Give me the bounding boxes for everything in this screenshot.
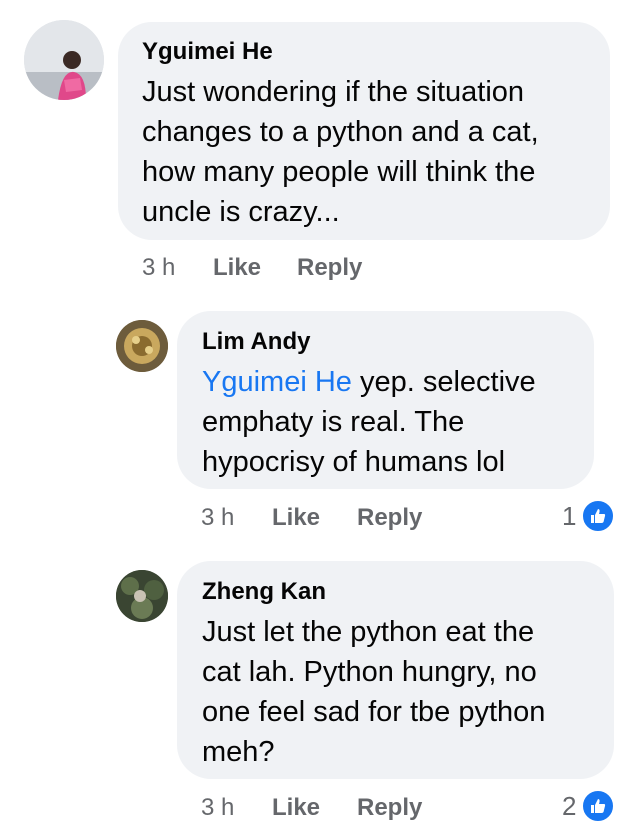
mention-link[interactable]: Yguimei He	[202, 366, 352, 398]
like-button[interactable]: Like	[272, 504, 320, 532]
comment-text-line: Just let the python eat the	[202, 616, 535, 648]
comment-text-line: hypocrisy of humans lol	[202, 446, 506, 478]
comment-text-line: Just wondering if the situation	[142, 76, 525, 108]
reaction-summary[interactable]: 2	[562, 788, 617, 824]
comment-author[interactable]: Yguimei He	[142, 38, 273, 66]
reply-button[interactable]: Reply	[357, 794, 422, 822]
comment-text-line: Yguimei He yep. selective	[202, 362, 536, 402]
like-thumb-icon	[580, 788, 617, 824]
reply-button[interactable]: Reply	[297, 254, 362, 282]
comment-text-line: meh?	[202, 736, 275, 768]
reaction-summary[interactable]: 1	[562, 498, 617, 534]
avatar-lim-andy[interactable]	[116, 320, 168, 372]
like-button[interactable]: Like	[272, 794, 320, 822]
avatar-yguimei-he[interactable]	[24, 20, 104, 100]
comment-text-line: cat lah. Python hungry, no	[202, 656, 537, 688]
like-thumb-icon	[580, 498, 617, 534]
reaction-count: 1	[562, 500, 577, 531]
comment-timestamp[interactable]: 3 h	[142, 254, 175, 282]
avatar-zheng-kan[interactable]	[116, 570, 168, 622]
reaction-count: 2	[562, 790, 577, 821]
comment-author[interactable]: Lim Andy	[202, 328, 310, 356]
comment-text-line: changes to a python and a cat,	[142, 116, 539, 148]
comment-text-line: uncle is crazy...	[142, 196, 340, 228]
like-button[interactable]: Like	[213, 254, 261, 282]
comment-author[interactable]: Zheng Kan	[202, 578, 326, 606]
comment-timestamp[interactable]: 3 h	[201, 794, 234, 822]
reply-button[interactable]: Reply	[357, 504, 422, 532]
comment-text: Yguimei He yep. selective emphaty is rea…	[202, 362, 536, 482]
comment-text-line: one feel sad for tbe python	[202, 696, 546, 728]
comment-text-span: yep. selective	[351, 366, 536, 398]
comment-text: Just wondering if the situation changes …	[142, 72, 539, 232]
comment-text-line: how many people will think the	[142, 156, 536, 188]
comment-text-line: emphaty is real. The	[202, 406, 465, 438]
comment-timestamp[interactable]: 3 h	[201, 504, 234, 532]
comment-text: Just let the python eat the cat lah. Pyt…	[202, 612, 545, 772]
